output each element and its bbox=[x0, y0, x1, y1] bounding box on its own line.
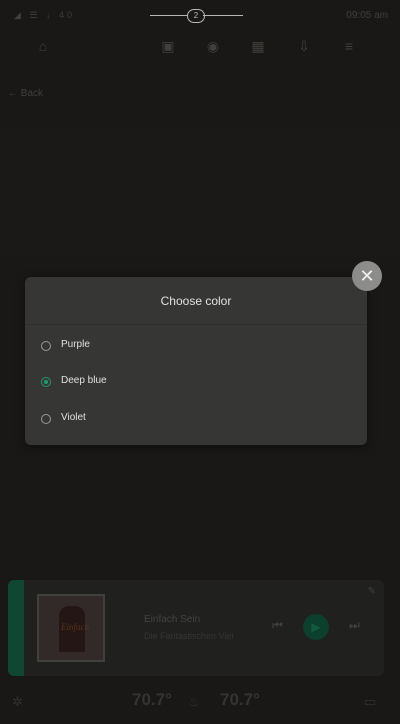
option-purple[interactable]: Purple bbox=[41, 336, 351, 358]
radio-button[interactable] bbox=[41, 341, 51, 351]
radio-button[interactable] bbox=[41, 414, 51, 424]
dialog-title: Choose color bbox=[25, 277, 367, 325]
option-deep-blue[interactable]: Deep blue bbox=[41, 372, 351, 394]
option-label: Deep blue bbox=[61, 375, 107, 386]
color-picker-dialog: Choose color Purple Deep blue Violet bbox=[25, 277, 367, 445]
option-violet[interactable]: Violet bbox=[41, 409, 351, 431]
option-label: Purple bbox=[61, 339, 90, 350]
option-label: Violet bbox=[61, 412, 86, 423]
radio-button-selected[interactable] bbox=[41, 377, 51, 387]
close-dialog-button[interactable]: ✕ bbox=[352, 261, 382, 291]
